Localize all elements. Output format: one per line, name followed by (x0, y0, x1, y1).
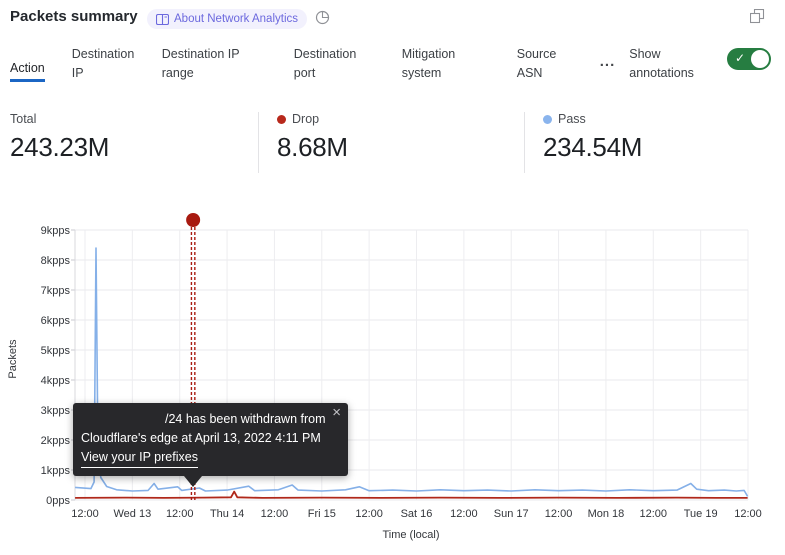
x-tick-label: Sat 16 (401, 508, 433, 520)
annotation-tooltip: × /24 has been withdrawn from Cloudflare… (73, 403, 348, 476)
y-tick-label: 2kpps (41, 435, 71, 447)
close-icon[interactable]: × (332, 405, 341, 420)
x-tick-label: Tue 19 (684, 508, 718, 520)
x-tick-label: 12:00 (545, 508, 573, 520)
x-tick-label: 12:00 (734, 508, 762, 520)
x-tick-label: 12:00 (450, 508, 478, 520)
x-tick-label: 12:00 (71, 508, 99, 520)
y-tick-label: 8kpps (41, 255, 71, 267)
x-axis-title: Time (local) (331, 529, 491, 541)
x-tick-label: 12:00 (166, 508, 194, 520)
y-axis-title: Packets (7, 329, 21, 389)
x-tick-label: Mon 18 (588, 508, 625, 520)
y-tick-label: 0pps (46, 495, 70, 507)
x-tick-label: Thu 14 (210, 508, 244, 520)
tooltip-text-line1: /24 has been withdrawn from (81, 410, 338, 429)
annotation-marker[interactable] (186, 213, 200, 227)
x-tick-label: Sun 17 (494, 508, 529, 520)
x-tick-label: Wed 13 (113, 508, 151, 520)
x-tick-label: Fri 15 (308, 508, 336, 520)
tooltip-text-line2: Cloudflare's edge at April 13, 2022 4:11… (81, 429, 338, 448)
y-tick-label: 6kpps (41, 315, 71, 327)
chart-line-drop (75, 492, 748, 498)
view-ip-prefixes-link[interactable]: View your IP prefixes (81, 448, 198, 468)
x-tick-label: 12:00 (355, 508, 383, 520)
x-tick-label: 12:00 (640, 508, 668, 520)
y-tick-label: 9kpps (41, 225, 71, 237)
y-tick-label: 3kpps (41, 405, 71, 417)
y-tick-label: 1kpps (41, 465, 71, 477)
y-tick-label: 5kpps (41, 345, 71, 357)
y-tick-label: 7kpps (41, 285, 71, 297)
x-tick-label: 12:00 (261, 508, 289, 520)
y-tick-label: 4kpps (41, 375, 71, 387)
